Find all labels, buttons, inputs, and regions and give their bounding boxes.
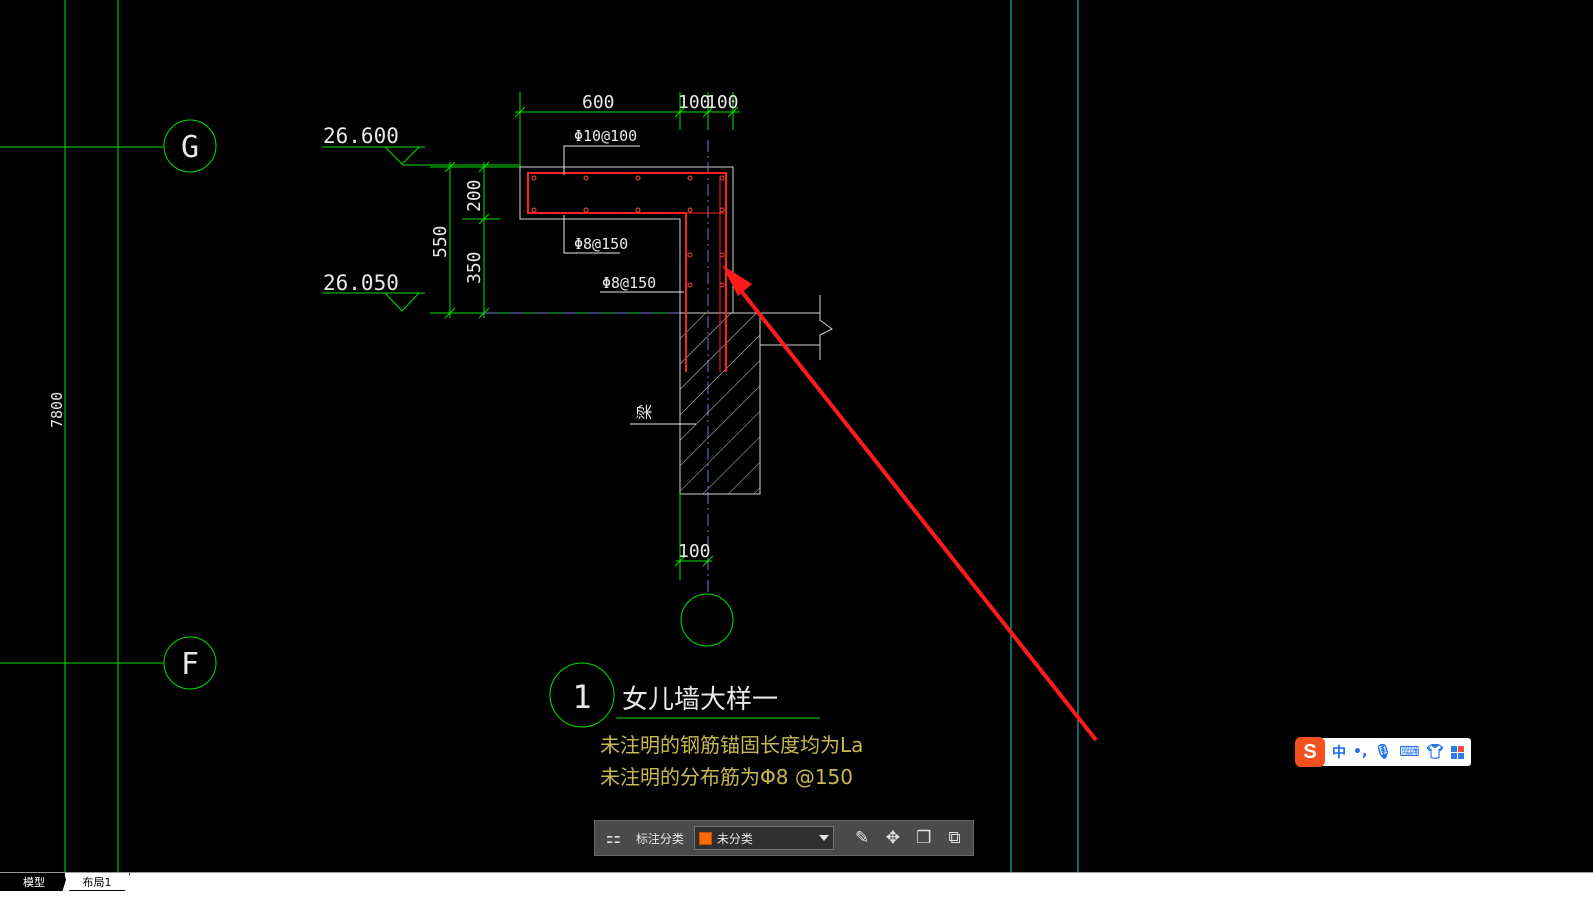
- note-line-2: 未注明的分布筋为Φ8 @150: [600, 765, 853, 789]
- bottom-dimension: [674, 494, 734, 647]
- copy-icon[interactable]: ❐: [911, 825, 936, 851]
- axis-lines: [0, 0, 164, 872]
- red-arrow-annotation: [722, 265, 1098, 742]
- dim-200-text: 200: [464, 179, 485, 212]
- span-dimension-text: 7800: [48, 392, 66, 428]
- dim-100-right-text: 100: [706, 92, 739, 113]
- annotation-toolbar: ⚏ 标注分类 未分类 ✎ ✥ ❐ ⧉: [594, 820, 974, 856]
- dim-550-text: 550: [430, 225, 451, 258]
- rebar-top-label: Φ10@100: [574, 127, 637, 145]
- axis-label-g: G: [181, 130, 199, 165]
- elevation-marker-top: [322, 146, 520, 166]
- chevron-down-icon: [818, 835, 829, 841]
- microphone-icon[interactable]: 🎙︎: [1374, 744, 1392, 760]
- beam-label: 梁: [635, 404, 654, 420]
- ime-punctuation-toggle[interactable]: •,: [1353, 744, 1367, 760]
- axis-bubble-f: F: [163, 636, 217, 690]
- category-label: 标注分类: [635, 831, 684, 846]
- category-color-swatch: [698, 831, 712, 845]
- elevation-top-text: 26.600: [323, 124, 399, 148]
- sogou-logo-icon[interactable]: S: [1295, 737, 1325, 767]
- ime-status-bar[interactable]: S 中 •, 🎙︎ ⌨︎ 👕︎: [1295, 737, 1471, 767]
- layout-tab-bar: 模型 布局1: [0, 872, 1593, 906]
- keyboard-icon[interactable]: ⌨︎: [1399, 744, 1419, 760]
- rebar-dist-label: Φ8@150: [574, 235, 628, 253]
- viewport-border-lines: [1010, 0, 1079, 872]
- rebar-dots: [531, 175, 725, 288]
- category-dropdown[interactable]: 未分类: [693, 826, 834, 850]
- dim-350-text: 350: [464, 251, 485, 284]
- edit-icon[interactable]: ✎: [850, 825, 875, 851]
- elevation-marker-bottom: [322, 292, 425, 312]
- dim-600-text: 600: [582, 92, 615, 113]
- category-dropdown-value: 未分类: [716, 831, 753, 846]
- detail-title: 女儿墙大样一: [622, 685, 778, 715]
- elevation-bottom-text: 26.050: [323, 271, 399, 295]
- category-panel-icon[interactable]: ⚏: [601, 825, 626, 851]
- dim-bottom-100-text: 100: [678, 541, 711, 562]
- tab-model[interactable]: 模型: [0, 873, 68, 891]
- axis-label-f: F: [181, 647, 199, 682]
- paste-icon[interactable]: ⧉: [942, 825, 967, 851]
- move-icon[interactable]: ✥: [880, 825, 905, 851]
- toolbox-icon[interactable]: [1451, 745, 1465, 759]
- rebar-wall-label: Φ8@150: [602, 274, 656, 292]
- ime-mode-toggle[interactable]: 中: [1332, 742, 1346, 762]
- note-line-1: 未注明的钢筋锚固长度均为La: [600, 733, 863, 757]
- axis-bubble-g: G: [163, 119, 217, 173]
- detail-number: 1: [572, 678, 591, 716]
- skin-shirt-icon[interactable]: 👕︎: [1426, 744, 1444, 760]
- tab-layout1[interactable]: 布局1: [64, 873, 130, 891]
